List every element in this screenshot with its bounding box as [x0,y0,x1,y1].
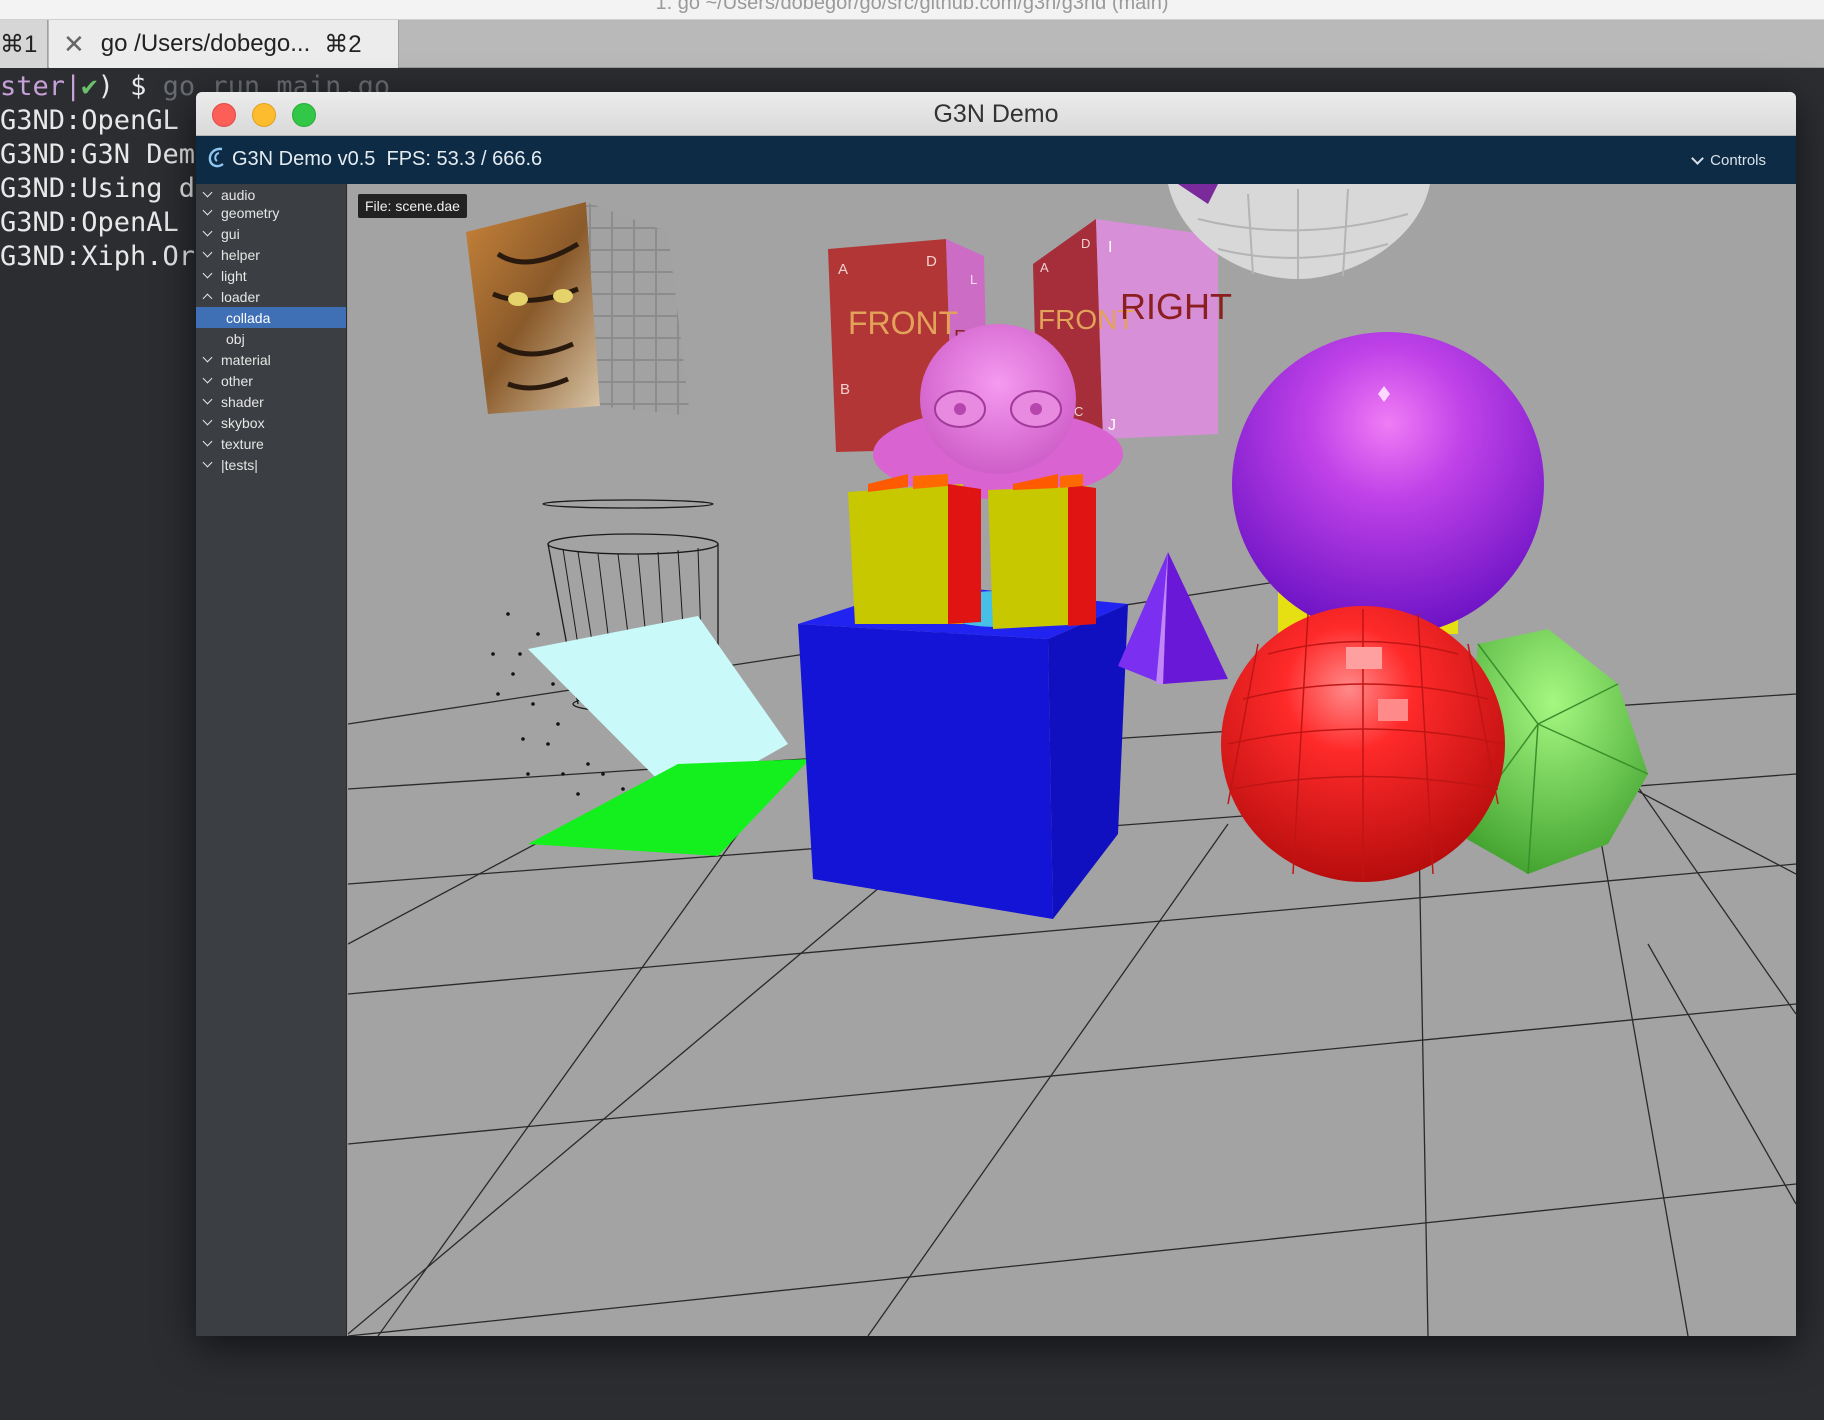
tree-item-gui[interactable]: gui [196,223,346,244]
textured-cube [466,202,690,416]
terminal-tab-2-label: go /Users/dobego... [100,30,311,57]
demo-tree-sidebar: audio geometry gui helper light loader c… [196,184,347,1336]
purple-sphere [1232,332,1544,636]
chevron-down-icon [202,247,213,257]
controls-label: Controls [1710,152,1766,169]
chevron-down-icon [202,205,213,215]
green-plane [528,759,810,856]
terminal-tab-1-label: ⌘1 [0,30,38,58]
terminal-line: G3ND:OpenAL ( [0,207,212,238]
3d-scene-viewport[interactable]: FRONT RIGHT A D L B FRONT RIGHT A D I C … [348,184,1796,1336]
file-label: File: scene.dae [358,194,467,218]
cube-letter: I [1108,239,1112,256]
terminal-tab-1[interactable]: ⌘1 [0,20,48,68]
app-header: G3N Demo v0.5 FPS: 53.3 / 666.6 Controls [196,136,1796,184]
tree-item-label: material [221,351,271,368]
terminal-titlebar: 1. go ~/Users/dobegor/go/src/github.com/… [0,0,1824,20]
chevron-down-icon [202,415,213,425]
chevron-down-icon [202,226,213,236]
chevron-down-icon [202,268,213,278]
terminal-line: G3ND:OpenGL v [0,105,212,136]
tree-item-label: helper [221,246,260,263]
tree-item-collada[interactable]: collada [196,307,346,328]
cube-letter: A [838,261,848,278]
chevron-down-icon [202,457,213,467]
terminal-tabbar: ⌘1 ✕ go /Users/dobego... ⌘2 [0,20,1824,68]
tree-item-label: audio [221,186,256,203]
cube-letter: L [970,272,977,287]
tree-item-obj[interactable]: obj [196,328,346,349]
cone [1118,552,1228,684]
chevron-down-icon [202,352,213,362]
cube-letter: A [1040,260,1049,275]
app-title-fps: G3N Demo v0.5 FPS: 53.3 / 666.6 [232,148,543,170]
tree-item-label: collada [226,309,271,326]
tree-item-label: gui [221,225,240,242]
window-title: G3N Demo [933,100,1059,128]
g3n-logo-icon [208,147,224,168]
g3n-demo-window: G3N Demo G3N Demo v0.5 FPS: 53.3 / 666.6… [196,92,1796,1336]
tree-item-loader[interactable]: loader [196,286,346,307]
terminal-tab-2-shortcut: ⌘2 [324,30,362,58]
tree-item-geometry[interactable]: geometry [196,202,346,223]
chevron-down-icon [202,436,213,446]
terminal-line: G3ND:Xiph.Org [0,241,212,272]
tree-item-label: |tests| [221,456,258,473]
tree-item-shader[interactable]: shader [196,391,346,412]
tree-item-label: light [221,267,247,284]
cube-letter: D [1081,236,1090,251]
tree-item-label: geometry [221,204,280,221]
tree-item-label: obj [226,330,245,347]
tree-item-material[interactable]: material [196,349,346,370]
yellow-box-left [848,474,981,624]
cube-front-text: FRONT [848,305,958,341]
scene-render[interactable]: FRONT RIGHT A D L B FRONT RIGHT A D I C … [348,184,1796,1336]
cube-letter: D [926,253,937,270]
chevron-down-icon [202,187,213,197]
prompt-check: ✔ [81,71,98,102]
terminal-title: 1. go ~/Users/dobegor/go/src/github.com/… [655,0,1169,14]
tree-item-helper[interactable]: helper [196,244,346,265]
blue-cube [798,584,1128,919]
yellow-box-right [988,474,1096,629]
tree-item-label: shader [221,393,264,410]
tree-item-skybox[interactable]: skybox [196,412,346,433]
prompt-end: ) $ [97,71,163,102]
cube-letter: B [840,381,850,398]
terminal-line: G3ND:G3N Demo [0,139,212,170]
controls-button[interactable]: Controls [1691,151,1766,169]
prompt-branch: ster [0,71,66,102]
tree-item-light[interactable]: light [196,265,346,286]
tree-item-label: skybox [221,414,265,431]
window-titlebar[interactable]: G3N Demo [196,92,1796,136]
terminal-tab-2[interactable]: ✕ go /Users/dobego... ⌘2 [49,20,399,68]
tree-item-label: other [221,372,253,389]
tree-item-other[interactable]: other [196,370,346,391]
red-sphere [1221,606,1505,882]
chevron-down-icon [1691,151,1705,165]
tree-item-texture[interactable]: texture [196,433,346,454]
cube-right-text: RIGHT [1120,286,1232,327]
tree-item-label: loader [221,288,260,305]
tree-item-label: texture [221,435,264,452]
chevron-down-icon [202,394,213,404]
tree-item-tests[interactable]: |tests| [196,454,346,475]
chevron-down-icon [202,373,213,383]
chevron-up-icon [202,293,213,304]
close-icon[interactable]: ✕ [63,29,85,60]
terminal-line: G3ND:Using da [0,173,212,204]
cube-letter: J [1108,417,1116,434]
